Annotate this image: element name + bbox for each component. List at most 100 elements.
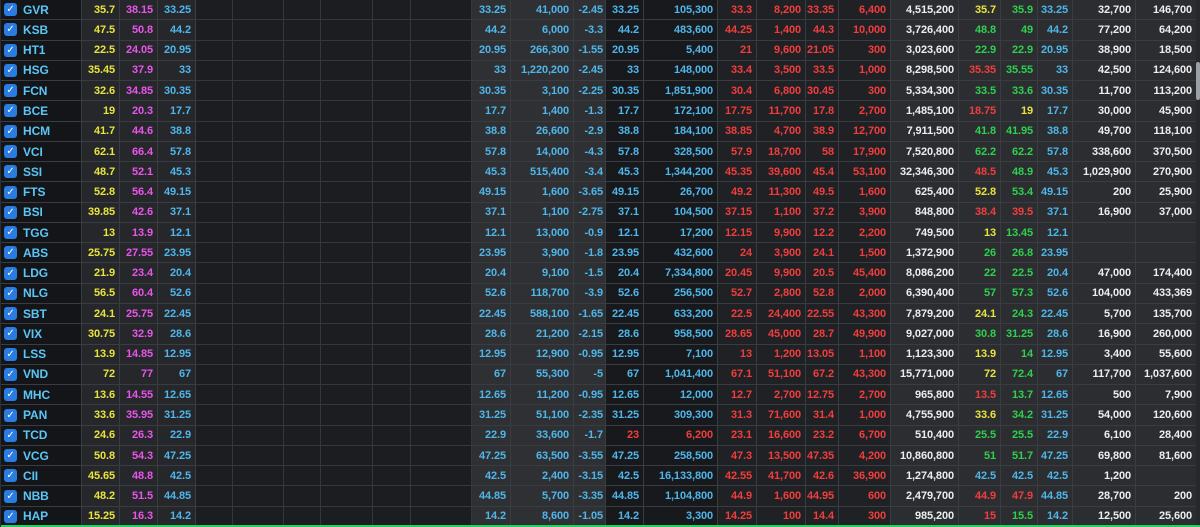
row-checkbox-checked-icon[interactable]: ✓ bbox=[4, 388, 17, 401]
matched-price: 44.85 bbox=[472, 486, 511, 506]
row-checkbox-checked-icon[interactable]: ✓ bbox=[4, 23, 17, 36]
ticker-cell[interactable]: ✓TCD bbox=[1, 426, 82, 446]
ticker-cell[interactable]: ✓GVR bbox=[1, 0, 82, 20]
table-row[interactable]: ✓MHC13.614.5512.6512.6511,200-0.9512.651… bbox=[1, 385, 1197, 405]
table-row[interactable]: ✓KSB47.550.844.244.26,000-3.344.2483,600… bbox=[1, 20, 1197, 40]
ticker-cell[interactable]: ✓BCE bbox=[1, 101, 82, 121]
ticker-cell[interactable]: ✓BSI bbox=[1, 203, 82, 223]
row-checkbox-checked-icon[interactable]: ✓ bbox=[4, 206, 17, 219]
table-row[interactable]: ✓ABS25.7527.5523.9523.953,900-1.823.9543… bbox=[1, 243, 1197, 263]
row-checkbox-checked-icon[interactable]: ✓ bbox=[4, 348, 17, 361]
table-row[interactable]: ✓FCN32.634.8530.3530.353,100-2.2530.351,… bbox=[1, 81, 1197, 101]
ticker-cell[interactable]: ✓HSG bbox=[1, 61, 82, 81]
ticker-cell[interactable]: ✓NBB bbox=[1, 486, 82, 506]
table-row[interactable]: ✓VIX30.7532.928.628.621,200-2.1528.6958,… bbox=[1, 324, 1197, 344]
table-row[interactable]: ✓NBB48.251.544.8544.855,700-3.3544.851,1… bbox=[1, 486, 1197, 506]
table-row[interactable]: ✓PAN33.635.9531.2531.2551,100-2.3531.253… bbox=[1, 405, 1197, 425]
ticker-cell[interactable]: ✓HT1 bbox=[1, 41, 82, 61]
table-row[interactable]: ✓VND7277676755,300-5671,041,40067.151,10… bbox=[1, 365, 1197, 385]
row-checkbox-checked-icon[interactable]: ✓ bbox=[4, 104, 17, 117]
foreign-sell-volume bbox=[1136, 243, 1197, 263]
row-checkbox-checked-icon[interactable]: ✓ bbox=[4, 469, 17, 482]
ask3-price: 42.6 bbox=[806, 466, 839, 486]
row-checkbox-checked-icon[interactable]: ✓ bbox=[4, 409, 17, 422]
ticker-cell[interactable]: ✓ABS bbox=[1, 243, 82, 263]
bid2-price bbox=[284, 61, 321, 81]
ticker-cell[interactable]: ✓VCG bbox=[1, 446, 82, 466]
matched-price: 52.6 bbox=[472, 284, 511, 304]
row-checkbox-checked-icon[interactable]: ✓ bbox=[4, 44, 17, 57]
ticker-cell[interactable]: ✓TGG bbox=[1, 223, 82, 243]
ticker-cell[interactable]: ✓FTS bbox=[1, 182, 82, 202]
ticker-cell[interactable]: ✓KSB bbox=[1, 20, 82, 40]
table-row[interactable]: ✓GVR35.738.1533.2533.2541,000-2.4533.251… bbox=[1, 0, 1197, 20]
ceiling-price: 56.4 bbox=[120, 182, 158, 202]
total-volume: 10,860,800 bbox=[891, 446, 959, 466]
row-checkbox-checked-icon[interactable]: ✓ bbox=[4, 165, 17, 178]
row-checkbox-checked-icon[interactable]: ✓ bbox=[4, 246, 17, 259]
table-row[interactable]: ✓VCI62.166.457.857.814,000-4.357.8328,50… bbox=[1, 142, 1197, 162]
row-checkbox-checked-icon[interactable]: ✓ bbox=[4, 64, 17, 77]
ticker-cell[interactable]: ✓LDG bbox=[1, 263, 82, 283]
table-row[interactable]: ✓SSI48.752.145.345.3515,400-3.445.31,344… bbox=[1, 162, 1197, 182]
table-row[interactable]: ✓VCG50.854.347.2547.2563,500-3.5547.2525… bbox=[1, 446, 1197, 466]
bid2-volume bbox=[321, 507, 373, 527]
table-row[interactable]: ✓FTS52.856.449.1549.151,600-3.6549.1526,… bbox=[1, 182, 1197, 202]
row-checkbox-checked-icon[interactable]: ✓ bbox=[4, 125, 17, 138]
row-checkbox-checked-icon[interactable]: ✓ bbox=[4, 84, 17, 97]
ticker-cell[interactable]: ✓HCM bbox=[1, 122, 82, 142]
table-row[interactable]: ✓TGG1313.912.112.113,000-0.912.117,20012… bbox=[1, 223, 1197, 243]
ticker-cell[interactable]: ✓VND bbox=[1, 365, 82, 385]
table-row[interactable]: ✓LDG21.923.420.420.49,100-1.520.47,334,8… bbox=[1, 263, 1197, 283]
ticker-cell[interactable]: ✓MHC bbox=[1, 385, 82, 405]
row-checkbox-checked-icon[interactable]: ✓ bbox=[4, 368, 17, 381]
table-row[interactable]: ✓HT122.524.0520.9520.95266,300-1.5520.95… bbox=[1, 41, 1197, 61]
table-row[interactable]: ✓BSI39.8542.637.137.11,100-2.7537.1104,5… bbox=[1, 203, 1197, 223]
row-checkbox-checked-icon[interactable]: ✓ bbox=[4, 449, 17, 462]
row-checkbox-checked-icon[interactable]: ✓ bbox=[4, 429, 17, 442]
ticker-cell[interactable]: ✓VCI bbox=[1, 142, 82, 162]
foreign-sell-volume bbox=[1136, 223, 1197, 243]
table-row[interactable]: ✓SBT24.125.7522.4522.45588,100-1.6522.45… bbox=[1, 304, 1197, 324]
row-checkbox-checked-icon[interactable]: ✓ bbox=[4, 510, 17, 523]
vertical-scrollbar[interactable] bbox=[1196, 0, 1200, 527]
bid3-price bbox=[196, 466, 233, 486]
floor-price: 38.8 bbox=[158, 122, 196, 142]
ticker-cell[interactable]: ✓FCN bbox=[1, 81, 82, 101]
row-checkbox-checked-icon[interactable]: ✓ bbox=[4, 267, 17, 280]
table-row[interactable]: ✓HAP15.2516.314.214.28,600-1.0514.23,300… bbox=[1, 507, 1197, 527]
row-checkbox-checked-icon[interactable]: ✓ bbox=[4, 145, 17, 158]
ticker-cell[interactable]: ✓CII bbox=[1, 466, 82, 486]
ticker-cell[interactable]: ✓VIX bbox=[1, 324, 82, 344]
ask3-price: 33.35 bbox=[806, 0, 839, 20]
ask1-price: 12.1 bbox=[606, 223, 644, 243]
table-row[interactable]: ✓HCM41.744.638.838.826,600-2.938.8184,10… bbox=[1, 122, 1197, 142]
scrollbar-thumb[interactable] bbox=[1196, 62, 1200, 100]
row-checkbox-checked-icon[interactable]: ✓ bbox=[4, 307, 17, 320]
ticker-cell[interactable]: ✓PAN bbox=[1, 405, 82, 425]
table-row[interactable]: ✓NLG56.560.452.652.6118,700-3.952.6256,5… bbox=[1, 284, 1197, 304]
table-row[interactable]: ✓CII45.6548.842.542.52,400-3.1542.516,13… bbox=[1, 466, 1197, 486]
ticker-cell[interactable]: ✓SBT bbox=[1, 304, 82, 324]
row-checkbox-checked-icon[interactable]: ✓ bbox=[4, 186, 17, 199]
table-row[interactable]: ✓LSS13.914.8512.9512.9512,900-0.9512.957… bbox=[1, 345, 1197, 365]
foreign-sell-volume: 370,500 bbox=[1136, 142, 1197, 162]
matched-volume: 266,300 bbox=[511, 41, 574, 61]
row-checkbox-checked-icon[interactable]: ✓ bbox=[4, 287, 17, 300]
ask2-price: 57.9 bbox=[718, 142, 757, 162]
ticker-cell[interactable]: ✓NLG bbox=[1, 284, 82, 304]
ask3-volume: 45,400 bbox=[839, 263, 891, 283]
table-row[interactable]: ✓HSG35.4537.933331,220,200-2.4533148,000… bbox=[1, 61, 1197, 81]
row-checkbox-checked-icon[interactable]: ✓ bbox=[4, 490, 17, 503]
ask2-price: 33.3 bbox=[718, 0, 757, 20]
ticker-cell[interactable]: ✓LSS bbox=[1, 345, 82, 365]
foreign-buy-volume: 54,000 bbox=[1073, 405, 1136, 425]
ticker-cell[interactable]: ✓HAP bbox=[1, 507, 82, 527]
ticker-cell[interactable]: ✓SSI bbox=[1, 162, 82, 182]
row-checkbox-checked-icon[interactable]: ✓ bbox=[4, 327, 17, 340]
row-checkbox-checked-icon[interactable]: ✓ bbox=[4, 3, 17, 16]
table-row[interactable]: ✓TCD24.626.322.922.933,600-1.7236,20023.… bbox=[1, 426, 1197, 446]
table-row[interactable]: ✓BCE1920.317.717.71,400-1.317.7172,10017… bbox=[1, 101, 1197, 121]
row-checkbox-checked-icon[interactable]: ✓ bbox=[4, 226, 17, 239]
bid2-price bbox=[284, 223, 321, 243]
